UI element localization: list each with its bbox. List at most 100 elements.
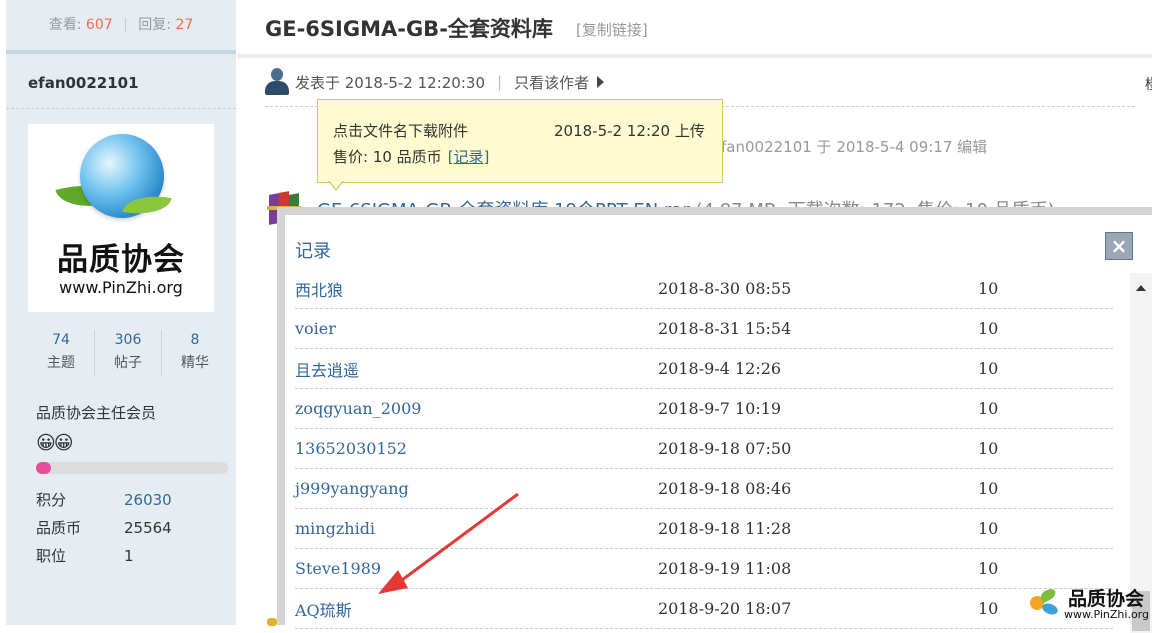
records-table: 西北狼 2018-8-30 08:55 10 voier 2018-8-31 15:54… bbox=[295, 269, 1113, 629]
attachment-tooltip: 点击文件名下载附件 2018-5-2 12:20 上传 售价: 10 品质币 [记… bbox=[317, 99, 723, 191]
user-info: 积分 26030 品质币 25564 职位 1 bbox=[36, 486, 172, 570]
tooltip-arrow-inner bbox=[329, 180, 343, 189]
avatar-logo-url: www.PinZhi.org bbox=[59, 278, 183, 297]
watermark-url: www.PinZhi.org bbox=[1064, 608, 1149, 621]
author-sidebar: 查看: 607 | 回复: 27 efan0022101 品质协会 www.Pi… bbox=[6, 0, 236, 625]
post-meta: 发表于 2018-5-2 12:20:30 | 只看该作者 bbox=[265, 66, 1135, 98]
replies-label: 回复: bbox=[138, 17, 171, 33]
user-group-link[interactable]: 品质协会主任会员 bbox=[36, 402, 156, 423]
record-link[interactable]: [记录] bbox=[448, 148, 490, 166]
dialog-body: 记录 × 西北狼 2018-8-30 08:55 10 voier 2018-8-31 … bbox=[285, 215, 1152, 633]
dialog-scrollbar[interactable] bbox=[1130, 273, 1152, 633]
close-button[interactable]: × bbox=[1105, 232, 1133, 260]
stat-threads-label: 主题 bbox=[47, 355, 75, 371]
stat-threads-count: 74 bbox=[52, 332, 70, 348]
table-row: mingzhidi 2018-9-18 11:28 10 bbox=[295, 508, 1113, 549]
record-amount: 10 bbox=[978, 468, 1113, 509]
edit-note: fan0022101 于 2018-5-4 09:17 编辑 bbox=[721, 138, 988, 156]
table-row: 13652030152 2018-9-18 07:50 10 bbox=[295, 428, 1113, 469]
info-row-position: 职位 1 bbox=[36, 542, 172, 570]
table-row: zoqgyuan_2009 2018-9-7 10:19 10 bbox=[295, 388, 1113, 429]
dialog-title: 记录 bbox=[295, 241, 331, 262]
info-row-coins: 品质币 25564 bbox=[36, 514, 172, 542]
avatar[interactable]: 品质协会 www.PinZhi.org bbox=[28, 124, 214, 312]
stat-posts-label: 帖子 bbox=[114, 355, 142, 371]
table-row: AQ琉斯 2018-9-20 18:07 10 bbox=[295, 588, 1113, 629]
table-row: voier 2018-8-31 15:54 10 bbox=[295, 308, 1113, 349]
record-time: 2018-8-30 08:55 bbox=[658, 269, 978, 309]
records-table-body: 西北狼 2018-8-30 08:55 10 voier 2018-8-31 15:54… bbox=[295, 269, 1113, 629]
record-time: 2018-9-20 18:07 bbox=[658, 588, 978, 629]
watermark-logo-icon bbox=[1026, 586, 1062, 620]
author-name-link[interactable]: efan0022101 bbox=[6, 54, 236, 109]
user-stats: 74 主题 306 帖子 8 精华 bbox=[28, 330, 228, 376]
record-time: 2018-9-18 11:28 bbox=[658, 508, 978, 549]
watermark: 品质协会 www.PinZhi.org bbox=[1026, 584, 1150, 624]
info-value: 1 bbox=[124, 547, 134, 565]
stat-posts-count: 306 bbox=[114, 332, 142, 348]
stat-threads[interactable]: 74 主题 bbox=[28, 330, 95, 376]
record-time: 2018-8-31 15:54 bbox=[658, 308, 978, 349]
stats-separator: | bbox=[123, 17, 128, 33]
info-key: 品质币 bbox=[36, 519, 82, 537]
view-reply-stats: 查看: 607 | 回复: 27 bbox=[6, 0, 236, 54]
copy-link-button[interactable]: [复制链接] bbox=[576, 19, 648, 40]
info-value[interactable]: 26030 bbox=[124, 486, 172, 514]
record-user-link[interactable]: voier bbox=[295, 308, 658, 349]
only-author-link[interactable]: 只看该作者 bbox=[514, 72, 589, 93]
record-user-link[interactable]: j999yangyang bbox=[295, 468, 658, 509]
record-amount: 10 bbox=[978, 548, 1113, 589]
floor-label: 楼 bbox=[1145, 74, 1152, 94]
record-time: 2018-9-4 12:26 bbox=[658, 348, 978, 389]
author-online-icon bbox=[265, 68, 289, 96]
info-value: 25564 bbox=[124, 519, 172, 537]
user-rank-stars-icon: 😀😀 bbox=[36, 432, 74, 454]
tooltip-hint: 点击文件名下载附件 bbox=[333, 122, 469, 140]
table-row: Steve1989 2018-9-19 11:08 10 bbox=[295, 548, 1113, 589]
record-amount: 10 bbox=[978, 269, 1113, 309]
table-row: 且去逍遥 2018-9-4 12:26 10 bbox=[295, 348, 1113, 389]
tooltip-price: 售价: 10 品质币 [记录] bbox=[333, 146, 489, 167]
record-user-link[interactable]: 西北狼 bbox=[295, 269, 658, 309]
views-count: 607 bbox=[85, 17, 113, 33]
table-row: j999yangyang 2018-9-18 08:46 10 bbox=[295, 468, 1113, 509]
record-amount: 10 bbox=[978, 388, 1113, 429]
post-time: 发表于 2018-5-2 12:20:30 bbox=[295, 73, 485, 92]
record-time: 2018-9-18 08:46 bbox=[658, 468, 978, 509]
record-user-link[interactable]: Steve1989 bbox=[295, 548, 658, 589]
watermark-text: 品质协会 bbox=[1068, 588, 1145, 610]
meta-separator: | bbox=[497, 73, 503, 91]
record-user-link[interactable]: 13652030152 bbox=[295, 428, 658, 469]
info-row-points: 积分 26030 bbox=[36, 486, 172, 514]
tooltip-price-text: 售价: 10 品质币 bbox=[333, 148, 442, 166]
play-arrow-icon[interactable] bbox=[597, 76, 605, 88]
stat-digest[interactable]: 8 精华 bbox=[162, 330, 228, 376]
stat-digest-label: 精华 bbox=[181, 355, 209, 371]
page-title: GE-6SIGMA-GB-全套资料库 bbox=[265, 17, 553, 41]
record-time: 2018-9-19 11:08 bbox=[658, 548, 978, 589]
record-amount: 10 bbox=[978, 348, 1113, 389]
table-row: 西北狼 2018-8-30 08:55 10 bbox=[295, 269, 1113, 309]
thread-title-bar: GE-6SIGMA-GB-全套资料库 [复制链接] bbox=[237, 0, 1152, 58]
record-user-link[interactable]: zoqgyuan_2009 bbox=[295, 388, 658, 429]
record-time: 2018-9-18 07:50 bbox=[658, 428, 978, 469]
record-amount: 10 bbox=[978, 508, 1113, 549]
tooltip-upload-time: 2018-5-2 12:20 上传 bbox=[554, 122, 705, 140]
record-user-link[interactable]: AQ琉斯 bbox=[295, 588, 658, 629]
record-time: 2018-9-7 10:19 bbox=[658, 388, 978, 429]
purchase-records-dialog: 记录 × 西北狼 2018-8-30 08:55 10 voier 2018-8-31 … bbox=[277, 207, 1152, 633]
avatar-logo-text: 品质协会 bbox=[57, 242, 185, 278]
level-progress-fill bbox=[36, 462, 52, 474]
views-label: 查看: bbox=[48, 17, 82, 33]
record-user-link[interactable]: 且去逍遥 bbox=[295, 348, 658, 389]
record-amount: 10 bbox=[978, 428, 1113, 469]
level-progress-bar bbox=[36, 462, 228, 474]
stat-digest-count: 8 bbox=[190, 332, 200, 348]
stat-posts[interactable]: 306 帖子 bbox=[95, 330, 162, 376]
info-key: 积分 bbox=[36, 491, 67, 509]
info-key: 职位 bbox=[36, 547, 67, 565]
record-amount: 10 bbox=[978, 308, 1113, 349]
replies-count: 27 bbox=[175, 17, 194, 33]
record-user-link[interactable]: mingzhidi bbox=[295, 508, 658, 549]
scroll-up-arrow-icon[interactable] bbox=[1136, 285, 1146, 291]
